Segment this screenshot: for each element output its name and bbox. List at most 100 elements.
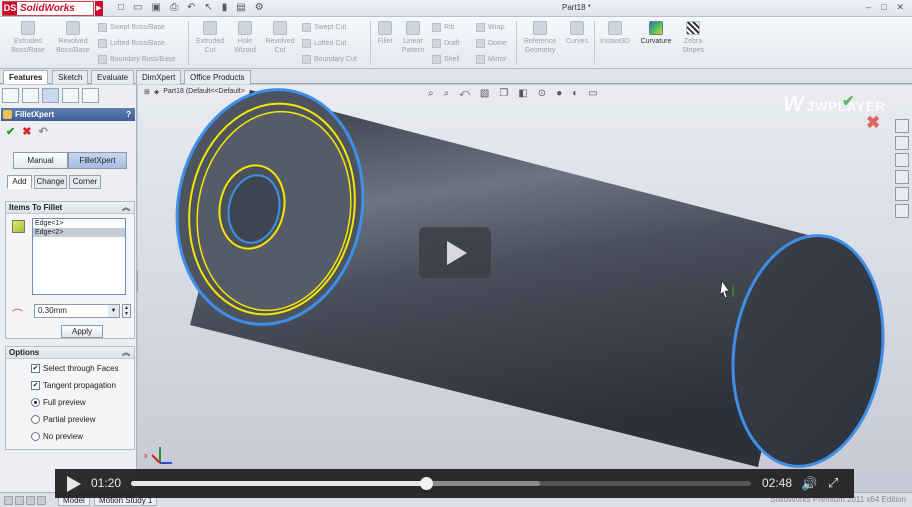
extruded-boss-button[interactable]: Extruded Boss/Base (8, 19, 48, 55)
radio-selected-icon[interactable] (31, 398, 40, 407)
apply-button[interactable]: Apply (61, 325, 103, 338)
checkbox-checked-icon[interactable]: ✔ (31, 381, 40, 390)
file-explorer-icon[interactable] (895, 153, 909, 167)
display-style-icon[interactable]: ◧ (518, 88, 527, 99)
mirror-button[interactable]: Mirror (476, 55, 506, 64)
hide-show-icon[interactable]: ⊙ (538, 88, 546, 99)
checkbox-checked-icon[interactable]: ✔ (31, 364, 40, 373)
tab-features[interactable]: Features (3, 70, 49, 84)
hole-wizard-button[interactable]: Hole Wizard (230, 19, 260, 55)
previous-view-icon[interactable]: ⤺ (459, 88, 470, 99)
save-icon[interactable]: ▣ (152, 2, 161, 13)
manual-mode-button[interactable]: Manual (13, 152, 68, 169)
custom-properties-icon[interactable] (895, 204, 909, 218)
section-view-icon[interactable]: ▧ (480, 88, 489, 99)
filletxpert-mode-button[interactable]: FilletXpert (68, 152, 127, 169)
lofted-boss-button[interactable]: Lofted Boss/Base (98, 39, 165, 48)
open-icon[interactable]: ▭ (133, 2, 142, 13)
instant3d-button[interactable]: Instant3D (597, 19, 633, 46)
options-header[interactable]: Options ︽ (6, 347, 134, 359)
menu-arrow-icon[interactable]: ▶ (95, 1, 103, 16)
reference-geometry-button[interactable]: Reference Geometry (520, 19, 560, 55)
property-manager-icon[interactable] (22, 88, 39, 103)
radius-spinner[interactable]: ▲ ▼ (122, 304, 131, 318)
collapse-chevron-icon[interactable]: ︽ (122, 202, 130, 214)
boundary-boss-button[interactable]: Boundary Boss/Base (98, 55, 175, 64)
radio-icon[interactable] (31, 432, 40, 441)
fullscreen-icon[interactable]: ⤢ (828, 475, 838, 491)
next-tab-icon[interactable] (26, 496, 35, 505)
revolved-boss-button[interactable]: Revolved Boss/Base (52, 19, 94, 55)
options-icon[interactable]: ⚙ (255, 2, 264, 13)
close-icon[interactable]: ✕ (896, 2, 904, 13)
volume-icon[interactable]: 🔊 (801, 476, 817, 492)
list-item[interactable]: Edge<2> (33, 228, 125, 237)
zebra-stripes-button[interactable]: Zebra Stripes (678, 19, 708, 55)
help-icon[interactable]: ? (126, 108, 131, 121)
design-library-icon[interactable] (895, 136, 909, 150)
radius-dropdown[interactable]: 0.30mm ▼ (34, 304, 120, 318)
tab-dimxpert[interactable]: DimXpert (136, 70, 182, 84)
no-preview-option[interactable]: No preview (31, 432, 83, 441)
revolved-cut-button[interactable]: Revolved Cut (262, 19, 298, 55)
tab-corner[interactable]: Corner (69, 175, 101, 189)
tangent-propagation-option[interactable]: ✔ Tangent propagation (31, 381, 116, 390)
view-orientation-icon[interactable]: ❐ (499, 88, 508, 99)
dome-button[interactable]: Dome (476, 39, 507, 48)
solidworks-logo[interactable]: DS SolidWorks (2, 1, 94, 16)
wrap-button[interactable]: Wrap (476, 23, 505, 32)
boundary-cut-button[interactable]: Boundary Cut (302, 55, 357, 64)
tab-sketch[interactable]: Sketch (52, 70, 89, 84)
view-settings-icon[interactable]: ▭ (588, 88, 597, 99)
video-seek-bar[interactable] (131, 477, 751, 490)
resources-icon[interactable] (895, 119, 909, 133)
dimxpert-manager-icon[interactable] (62, 88, 79, 103)
cancel-x-icon[interactable]: ✖ (22, 125, 31, 138)
fillet-button[interactable]: Fillet (374, 19, 396, 46)
tab-evaluate[interactable]: Evaluate (91, 70, 135, 84)
print-icon[interactable]: ⎙ (170, 2, 178, 13)
prev-tab-icon[interactable] (15, 496, 24, 505)
undo-icon[interactable]: ↶ (38, 125, 47, 138)
undo-icon[interactable]: ↶ (187, 2, 195, 13)
feature-tree-icon[interactable] (2, 88, 19, 103)
linear-pattern-button[interactable]: Linear Pattern (398, 19, 428, 55)
lofted-cut-button[interactable]: Lofted Cut (302, 39, 346, 48)
tab-change[interactable]: Change (34, 175, 67, 189)
graphics-viewport[interactable]: ⊞ ◈ Part18 (Default<<Default> ⌕ ⌕ ⤺ ▧ ❐ … (138, 85, 912, 500)
ok-check-icon[interactable]: ✔ (6, 125, 15, 138)
curves-button[interactable]: Curves (563, 19, 591, 46)
file-properties-icon[interactable]: ▤ (236, 2, 245, 13)
list-item[interactable]: Edge<1> (33, 219, 125, 228)
display-manager-icon[interactable] (82, 88, 99, 103)
edge-selection-list[interactable]: Edge<1> Edge<2> (32, 218, 126, 295)
configuration-manager-icon[interactable] (42, 88, 59, 103)
shell-button[interactable]: Shell (432, 55, 460, 64)
seek-handle[interactable] (420, 477, 434, 490)
expand-icon[interactable]: ⊞ (144, 88, 150, 96)
tab-add[interactable]: Add (7, 175, 32, 189)
select-icon[interactable]: ↖ (204, 2, 212, 13)
draft-button[interactable]: Draft (432, 39, 459, 48)
partial-preview-option[interactable]: Partial preview (31, 415, 95, 424)
select-through-faces-option[interactable]: ✔ Select through Faces (31, 364, 119, 373)
last-tab-icon[interactable] (37, 496, 46, 505)
tab-office-products[interactable]: Office Products (184, 70, 251, 84)
radio-icon[interactable] (31, 415, 40, 424)
new-doc-icon[interactable]: □ (118, 2, 124, 13)
extruded-cut-button[interactable]: Extruded Cut (192, 19, 228, 55)
full-preview-option[interactable]: Full preview (31, 398, 86, 407)
items-to-fillet-header[interactable]: Items To Fillet ︽ (6, 202, 134, 214)
minimize-icon[interactable]: – (866, 2, 871, 13)
appearances-icon[interactable] (895, 187, 909, 201)
first-tab-icon[interactable] (4, 496, 13, 505)
play-icon[interactable] (67, 476, 81, 492)
edit-appearance-icon[interactable]: ● (556, 88, 562, 99)
zoom-to-fit-icon[interactable]: ⌕ (428, 88, 434, 99)
view-palette-icon[interactable] (895, 170, 909, 184)
swept-boss-button[interactable]: Swept Boss/Base (98, 23, 165, 32)
zoom-area-icon[interactable]: ⌕ (444, 88, 450, 99)
rebuild-icon[interactable]: ▮ (222, 2, 228, 13)
swept-cut-button[interactable]: Swept Cut (302, 23, 346, 32)
feature-tree-flyout[interactable]: ⊞ ◈ Part18 (Default<<Default> (144, 88, 245, 96)
